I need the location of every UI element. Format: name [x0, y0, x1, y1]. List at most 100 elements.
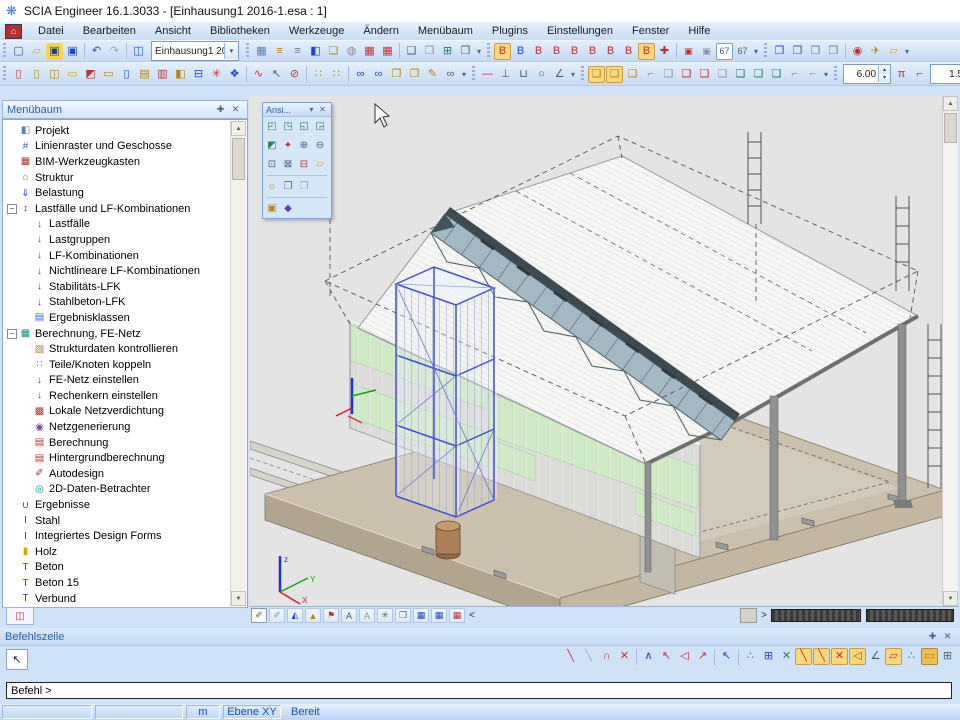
tree-expander[interactable] — [21, 469, 31, 479]
escape-cursor-button[interactable]: ↖ — [6, 649, 28, 670]
toolbar-grip[interactable] — [764, 43, 767, 59]
tree-item-berechnung-fe-netz[interactable]: − ▦ Berechnung, FE-Netz — [7, 326, 230, 342]
viewport-hscrollbar[interactable] — [771, 609, 861, 622]
view-front-icon[interactable]: ◰ — [264, 119, 280, 134]
menu-plugins[interactable]: Plugins — [483, 23, 537, 39]
connect-nodes-icon[interactable]: ∷ — [310, 66, 327, 83]
tree-item-strukturdaten-kontrollieren[interactable]: ▧ Strukturdaten kontrollieren — [7, 341, 230, 357]
select-single-icon[interactable]: B — [566, 43, 583, 60]
support-misc2-icon[interactable]: ⌐ — [804, 66, 821, 83]
beam-icon[interactable]: ▯ — [10, 66, 27, 83]
palette-header[interactable]: Ansi... ▾ ✕ — [263, 103, 331, 117]
redraw-icon[interactable]: ◉ — [849, 43, 866, 60]
zoom-selection-icon[interactable]: ⊟ — [296, 157, 312, 172]
open-icon[interactable]: ▱ — [28, 43, 45, 60]
support-misc-icon[interactable]: ⌐ — [786, 66, 803, 83]
model-cylinder[interactable] — [436, 521, 460, 559]
view-side-icon[interactable]: ◳ — [280, 119, 296, 134]
toolbar-grip[interactable] — [3, 43, 6, 59]
menu-bearbeiten[interactable]: Bearbeiten — [74, 23, 145, 39]
ucs-icon[interactable]: ✕ — [778, 648, 795, 665]
scroll-up-icon[interactable]: ▲ — [943, 96, 958, 111]
tree-expander[interactable] — [7, 531, 17, 541]
snap-endpoint-icon[interactable]: ╲ — [813, 648, 830, 665]
view-top-icon[interactable]: ◱ — [296, 119, 312, 134]
chevron-down-icon[interactable]: ▾ — [224, 43, 238, 59]
project-data-icon[interactable]: ▦ — [253, 43, 270, 60]
tree-item-holz[interactable]: ▮ Holz — [7, 544, 230, 560]
show-loads-icon[interactable]: ▲ — [305, 608, 321, 623]
tree-expander[interactable] — [21, 484, 31, 494]
select-add-icon[interactable]: B — [620, 43, 637, 60]
tree-expander[interactable] — [21, 360, 31, 370]
tree-item-stahlbeton-lfk[interactable]: ↓ Stahlbeton-LFK — [7, 295, 230, 311]
function-key-icon[interactable]: 67 — [734, 43, 751, 60]
command-input[interactable] — [6, 682, 952, 699]
tree-expander[interactable] — [7, 516, 17, 526]
menu-werkzeuge[interactable]: Werkzeuge — [280, 23, 353, 39]
show-supports-icon[interactable]: ⚑ — [323, 608, 339, 623]
scroll-left-icon[interactable]: < — [469, 610, 475, 621]
clipboard-picture-icon[interactable]: ▣ — [264, 201, 280, 216]
snap-tangent-icon[interactable]: ∠ — [867, 648, 884, 665]
tree-scrollbar[interactable]: ▲ ▼ — [230, 121, 246, 606]
offset-icon[interactable]: ⊔ — [515, 66, 532, 83]
toolbar-grip[interactable] — [581, 66, 584, 82]
save-all-icon[interactable]: ▣ — [64, 43, 81, 60]
purlin-icon[interactable]: ▭ — [64, 66, 81, 83]
status-plane[interactable]: Ebene XY — [223, 705, 281, 719]
tree-item-ergebnisklassen[interactable]: ▤ Ergebnisklassen — [7, 310, 230, 326]
toolbar-grip[interactable] — [3, 66, 6, 82]
tree-item-lf-kombinationen[interactable]: ↓ LF-Kombinationen — [7, 248, 230, 264]
tree-expander[interactable] — [7, 157, 17, 167]
tree-item-bim-werkzeugkasten[interactable]: ▦ BIM-Werkzeugkasten — [7, 154, 230, 170]
bracing-icon[interactable]: ◩ — [82, 66, 99, 83]
scroll-thumb[interactable] — [944, 113, 957, 143]
pin-icon[interactable]: ✚ — [925, 630, 940, 644]
close-icon[interactable]: ✕ — [940, 630, 955, 644]
support-point-icon[interactable]: ❏ — [660, 66, 677, 83]
new-document-icon[interactable]: ▢ — [10, 43, 27, 60]
hinge-icon[interactable]: ❏ — [678, 66, 695, 83]
tree-expander[interactable] — [7, 547, 17, 557]
toolbar-grip[interactable] — [246, 43, 249, 59]
toolbar-grip[interactable] — [487, 43, 490, 59]
hinge-line-icon[interactable]: ❏ — [696, 66, 713, 83]
tree-item-teile-knoten-koppeln[interactable]: ∷ Teile/Knoten koppeln — [7, 357, 230, 373]
support-rotation-icon[interactable]: ❏ — [768, 66, 785, 83]
copy-add-icon[interactable]: ❐ — [388, 66, 405, 83]
table-red-icon[interactable]: ▦ — [449, 608, 465, 623]
tree-expander[interactable]: − — [7, 329, 17, 339]
close-icon[interactable]: ✕ — [317, 105, 328, 114]
tree-expander[interactable] — [21, 297, 31, 307]
table-composer-icon[interactable]: ▦ — [413, 608, 429, 623]
print-icon[interactable]: ❑ — [403, 43, 420, 60]
mesh-icon[interactable]: ◍ — [343, 43, 360, 60]
chevron-down-icon[interactable]: ▾ — [306, 105, 317, 114]
document-icon[interactable]: ⌂ — [5, 24, 22, 39]
snap-orthogonal-icon[interactable]: ◁ — [849, 648, 866, 665]
zoom-in-icon[interactable]: ⊕ — [296, 138, 312, 153]
export-view-icon[interactable]: ▣ — [698, 43, 715, 60]
toolbar-overflow[interactable]: ▾ — [905, 47, 909, 56]
multicopy-icon[interactable]: ❐ — [406, 66, 423, 83]
draw-line-icon[interactable]: ╲ — [562, 648, 579, 665]
tree-item-autodesign[interactable]: ✐ Autodesign — [7, 466, 230, 482]
tree-item-lokale-netzverdichtung[interactable]: ▩ Lokale Netzverdichtung — [7, 404, 230, 420]
open-template-icon[interactable]: ▱ — [885, 43, 902, 60]
scroll-up-icon[interactable]: ▲ — [231, 121, 246, 136]
support-line-icon[interactable]: ⌐ — [642, 66, 659, 83]
move-selection-icon[interactable]: ✚ — [656, 43, 673, 60]
select-by-layer-icon[interactable]: B — [530, 43, 547, 60]
angle-icon[interactable]: ∠ — [551, 66, 568, 83]
mesh-size-spinner[interactable]: 6.00 ▴▾ — [843, 64, 891, 84]
delete-icon[interactable]: ⊘ — [286, 66, 303, 83]
tree-item-beton[interactable]: T Beton — [7, 560, 230, 576]
tree-item-fe-netz-einstellen[interactable]: ↓ FE-Netz einstellen — [7, 373, 230, 389]
toolbar-overflow[interactable]: ▾ — [571, 70, 575, 79]
tree-item-netzgenerierung[interactable]: ◉ Netzgenerierung — [7, 419, 230, 435]
table-edit-icon[interactable]: ▦ — [379, 43, 396, 60]
circle-icon[interactable]: ○ — [533, 66, 550, 83]
show-surfaces-icon[interactable]: ◭ — [287, 608, 303, 623]
modify-cursor-icon[interactable]: ↖ — [268, 66, 285, 83]
